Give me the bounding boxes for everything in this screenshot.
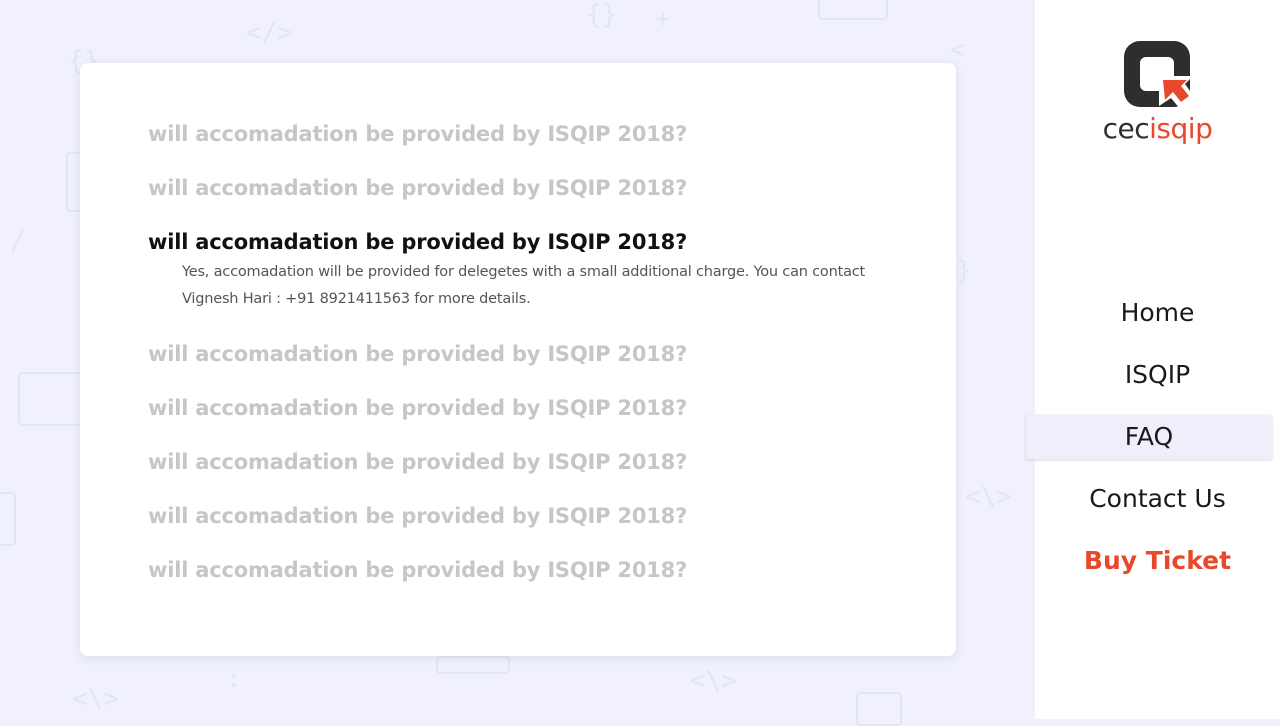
background-code-glyph: </> bbox=[246, 18, 293, 48]
background-keyboard-shape bbox=[436, 656, 510, 674]
nav-item-faq[interactable]: FAQ bbox=[1026, 415, 1272, 459]
faq-list: will accomadation be provided by ISQIP 2… bbox=[148, 119, 908, 609]
brand-name: cecisqip bbox=[1035, 112, 1280, 145]
background-brace-glyph: } bbox=[956, 256, 972, 286]
faq-question[interactable]: will accomadation be provided by ISQIP 2… bbox=[148, 227, 908, 257]
faq-question[interactable]: will accomadation be provided by ISQIP 2… bbox=[148, 173, 908, 203]
background-phone-shape bbox=[0, 492, 16, 546]
background-code-glyph: <\> bbox=[72, 684, 119, 714]
faq-card: will accomadation be provided by ISQIP 2… bbox=[80, 63, 956, 656]
faq-question[interactable]: will accomadation be provided by ISQIP 2… bbox=[148, 339, 908, 369]
faq-question[interactable]: will accomadation be provided by ISQIP 2… bbox=[148, 501, 908, 531]
faq-item[interactable]: will accomadation be provided by ISQIP 2… bbox=[148, 119, 908, 149]
background-laptop-shape bbox=[18, 372, 82, 426]
background-code-glyph: <\> bbox=[965, 482, 1012, 512]
faq-item[interactable]: will accomadation be provided by ISQIP 2… bbox=[148, 173, 908, 203]
main-nav: Home ISQIP FAQ Contact Us Buy Ticket bbox=[1026, 282, 1280, 592]
nav-item-contact-us[interactable]: Contact Us bbox=[1035, 468, 1280, 530]
faq-question[interactable]: will accomadation be provided by ISQIP 2… bbox=[148, 447, 908, 477]
faq-item[interactable]: will accomadation be provided by ISQIP 2… bbox=[148, 393, 908, 423]
background-window-shape bbox=[856, 692, 902, 726]
faq-answer: Yes, accomadation will be provided for d… bbox=[182, 264, 866, 307]
brand-name-prefix: cec bbox=[1102, 112, 1150, 145]
faq-item-expanded[interactable]: will accomadation be provided by ISQIP 2… bbox=[148, 227, 908, 313]
background-brace-glyph: {} bbox=[586, 0, 618, 30]
background-colon-glyph: : bbox=[226, 664, 242, 694]
faq-question[interactable]: will accomadation be provided by ISQIP 2… bbox=[148, 555, 908, 585]
sidebar: cecisqip Home ISQIP FAQ Contact Us Buy T… bbox=[1026, 0, 1280, 719]
faq-item[interactable]: will accomadation be provided by ISQIP 2… bbox=[148, 339, 908, 369]
faq-question[interactable]: will accomadation be provided by ISQIP 2… bbox=[148, 119, 908, 149]
faq-item[interactable]: will accomadation be provided by ISQIP 2… bbox=[148, 501, 908, 531]
nav-item-home[interactable]: Home bbox=[1035, 282, 1280, 344]
background-code-glyph: <\> bbox=[690, 666, 737, 696]
faq-item[interactable]: will accomadation be provided by ISQIP 2… bbox=[148, 555, 908, 585]
brand-name-accent: isqip bbox=[1149, 112, 1213, 145]
buy-ticket-button[interactable]: Buy Ticket bbox=[1035, 530, 1280, 592]
logo-icon[interactable] bbox=[1123, 40, 1195, 110]
faq-question[interactable]: will accomadation be provided by ISQIP 2… bbox=[148, 393, 908, 423]
background-plus-glyph: + bbox=[655, 4, 671, 34]
faq-item[interactable]: will accomadation be provided by ISQIP 2… bbox=[148, 447, 908, 477]
background-window-shape bbox=[818, 0, 888, 20]
background-slash-glyph: / bbox=[10, 226, 26, 256]
nav-item-isqip[interactable]: ISQIP bbox=[1035, 344, 1280, 406]
background-lt-glyph: < bbox=[950, 35, 966, 65]
